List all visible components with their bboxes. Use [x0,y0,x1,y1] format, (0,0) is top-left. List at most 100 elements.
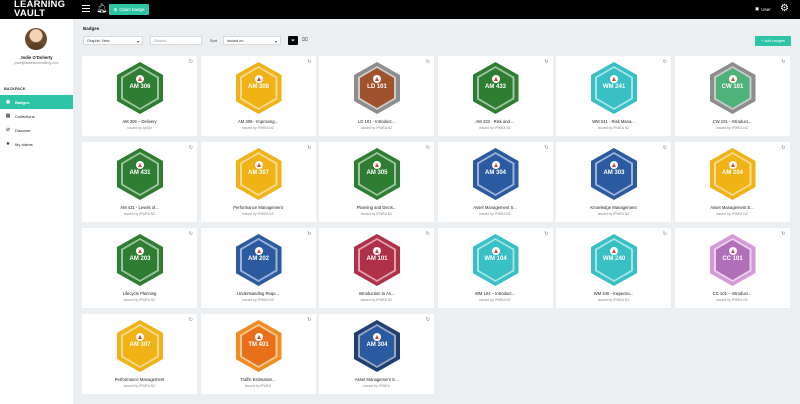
bell-icon[interactable]: 🔔︎ [96,3,107,14]
badge-title[interactable]: WM 241 - Risk Mana... [556,119,671,124]
badge-card[interactable]: ↻ AM 203 Lifecycle Planning Issued by IP… [82,228,197,308]
refresh-icon[interactable]: ↻ [426,145,430,151]
badge-card[interactable]: ↻ AM 202 Understanding Requ... Issued by… [200,228,316,308]
refresh-icon[interactable]: ↻ [544,145,548,151]
refresh-icon[interactable]: ↻ [307,145,311,151]
refresh-icon[interactable]: ↻ [426,317,430,323]
filter-button[interactable]: ⏷ [288,36,298,45]
refresh-icon[interactable]: ↻ [544,59,548,65]
sidebar-item-collections[interactable]: ▦ Collections [0,109,73,123]
badge-image: AM 203 [117,234,163,286]
view-select[interactable]: Graphic View ▾ [83,36,143,45]
badge-title[interactable]: Asset Management E... [675,205,790,210]
refresh-icon[interactable]: ↻ [189,145,193,151]
badge-title[interactable]: Introduction to As... [319,291,434,296]
badge-card[interactable]: ↻ AM 433 AM 433 - Risk and ... Issued by… [437,56,553,136]
sidebar-item-badges[interactable]: ◉ Badges [0,95,73,109]
badge-card[interactable]: ↻ TM 401 Traffic Estimation... Issued by… [200,314,316,394]
refresh-icon[interactable]: ↻ [307,231,311,237]
badge-title[interactable]: CC 101 – Introduct... [675,291,790,296]
badge-card[interactable]: ↻ AM 308 AM 308 - Improving... Issued by… [200,56,316,136]
badge-title[interactable]: Asset Management S... [319,377,434,382]
refresh-icon[interactable]: ↻ [189,59,193,65]
badge-title[interactable]: WM 240 - Inspectio... [556,291,671,296]
badge-title[interactable]: AM 306 – Delivery [82,119,197,124]
refresh-icon[interactable]: ↻ [544,231,548,237]
refresh-icon[interactable]: ↻ [426,231,430,237]
ipwea-logo-icon [136,247,144,255]
badge-code: AM 303 [603,170,625,176]
badge-image: WM 241 [591,62,637,114]
refresh-icon[interactable]: ↻ [781,145,785,151]
badge-title[interactable]: Understanding Requ... [201,291,316,296]
badge-card[interactable]: ↻ AM 307 Performance Management Issued b… [82,314,197,394]
menu-icon[interactable] [82,5,90,13]
badge-title[interactable]: AM 308 - Improving... [201,119,316,124]
badge-title[interactable]: Traffic Estimation... [201,377,316,382]
badge-card[interactable]: ↻ WM 240 WM 240 - Inspectio... Issued by… [556,228,671,308]
badge-code: AM 433 [484,84,506,90]
refresh-icon[interactable]: ↻ [781,59,785,65]
add-badges-button[interactable]: + Add badges [755,36,791,46]
badge-image: AM 307 [235,148,282,200]
badge-title[interactable]: AM 431 - Levels of... [82,205,197,210]
app-logo[interactable]: LEARNING VAULT [14,0,65,18]
badge-card[interactable]: ↻ AM 204 Asset Management E... Issued by… [674,142,790,222]
sidebar-item-discover[interactable]: ⊘ Discover [0,123,73,137]
badge-issuer: Issued by IPWEA [244,384,272,388]
filter-icon: ⏷ [290,37,295,44]
user-menu[interactable]: ▣ User [755,6,771,12]
badge-title[interactable]: Planning and Decis... [319,205,434,210]
badge-card[interactable]: ↻ LD 101 LD 101 - Introduct... Issued by… [319,56,434,136]
badge-title[interactable]: LD 101 - Introduct... [319,119,434,124]
badge-card[interactable]: ↻ AM 305 Planning and Decis... Issued by… [319,142,434,222]
refresh-icon[interactable]: ↻ [189,231,193,237]
search-input[interactable]: Search... [150,36,202,45]
badge-title[interactable]: AM 433 - Risk and ... [438,119,553,124]
badge-card[interactable]: ↻ AM 307 Performance Management Issued b… [200,142,316,222]
badge-card[interactable]: ↻ CC 101 CC 101 – Introduct... Issued by… [674,228,790,308]
refresh-icon[interactable]: ↻ [426,59,430,65]
badge-card[interactable]: ↻ AM 306 AM 306 – Delivery Issued by ApS… [82,56,197,136]
badge-card[interactable]: ↻ AM 304 Asset Management S... Issued by… [319,314,434,394]
badge-image: LD 101 [354,62,400,114]
calendar-icon: ▦ [5,113,11,119]
badge-card[interactable]: ↻ WM 241 WM 241 - Risk Mana... Issued by… [556,56,671,136]
refresh-icon[interactable]: ↻ [663,59,667,65]
sort-select[interactable]: Issued on ▾ [223,36,281,45]
badge-card[interactable]: ↻ AM 431 AM 431 - Levels of... Issued by… [82,142,197,222]
badge-title[interactable]: WM 104 – Introduct... [438,291,553,296]
badge-card[interactable]: ↻ AM 303 Knowledge Management Issued by … [556,142,671,222]
refresh-icon[interactable]: ↻ [189,317,193,323]
refresh-icon[interactable]: ↻ [307,317,311,323]
badge-card[interactable]: ↻ AM 101 Introduction to As... Issued by… [319,228,434,308]
sort-select-value: Issued on [227,38,244,43]
badge-plus-icon: ⊞ [113,6,118,12]
refresh-icon[interactable]: ↻ [663,145,667,151]
badge-title[interactable]: Performance Management [201,205,316,210]
sidebar-item-my-claims[interactable]: ★ My claims [0,137,73,151]
chevron-down-icon: ▾ [274,39,277,44]
ipwea-logo-icon [254,333,263,341]
badge-title[interactable]: Performance Management [82,377,197,382]
ipwea-logo-icon [136,333,144,341]
badge-title[interactable]: CW 101 - Introduct... [675,119,790,124]
ipwea-logo-icon [491,161,500,169]
badge-card[interactable]: ↻ CW 101 CW 101 - Introduct... Issued by… [674,56,790,136]
gear-icon[interactable]: ⚙ [780,3,789,14]
badge-issuer: Issued by IPWEA NZ [716,212,748,216]
badge-image: AM 303 [591,148,637,200]
refresh-icon[interactable]: ↻ [307,59,311,65]
badge-title[interactable]: Asset Management S... [438,205,553,210]
badge-title[interactable]: Lifecycle Planning [82,291,197,296]
badge-title[interactable]: Knowledge Management [556,205,671,210]
ipwea-logo-icon [254,161,263,169]
clear-filter-icon[interactable]: ⌧ [302,37,308,43]
badge-card[interactable]: ↻ AM 304 Asset Management S... Issued by… [437,142,553,222]
refresh-icon[interactable]: ↻ [663,231,667,237]
badge-code: AM 431 [129,170,151,176]
badge-code: TM 401 [248,342,269,348]
claim-badge-button[interactable]: ⊞ Claim badge [109,4,149,15]
refresh-icon[interactable]: ↻ [781,231,785,237]
badge-card[interactable]: ↻ WM 104 WM 104 – Introduct... Issued by… [437,228,553,308]
